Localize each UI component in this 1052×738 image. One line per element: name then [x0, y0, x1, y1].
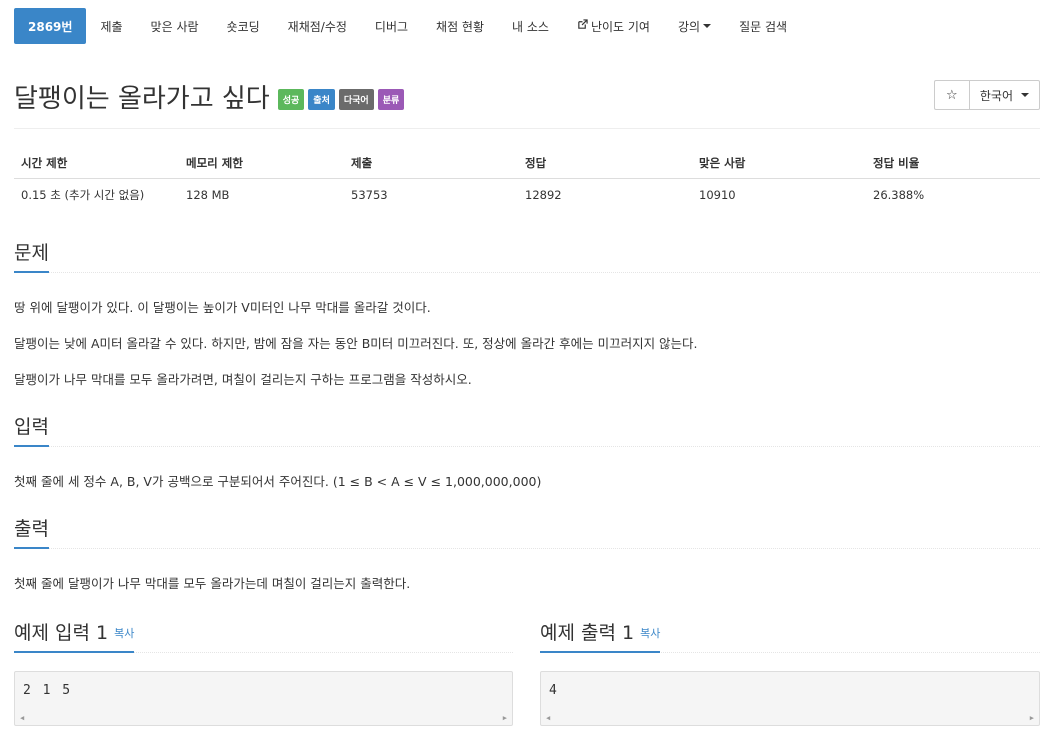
tab-lectures[interactable]: 강의: [664, 8, 725, 44]
problem-title: 달팽이는 올라가고 싶다: [14, 84, 270, 114]
title-tools: ☆ 한국어: [933, 80, 1040, 110]
header-submissions: 제출: [344, 148, 518, 179]
section-heading: 예제 출력 1 복사: [540, 618, 1040, 653]
horizontal-scrollbar[interactable]: ◀ ▶: [16, 712, 511, 724]
table-header-row: 시간 제한 메모리 제한 제출 정답 맞은 사람 정답 비율: [14, 148, 1040, 179]
output-description: 첫째 줄에 달팽이가 나무 막대를 모두 올라가는데 며칠이 걸리는지 출력한다…: [14, 576, 411, 591]
language-dropdown[interactable]: 한국어: [968, 80, 1040, 110]
value-accepted-users: 10910: [699, 188, 736, 202]
copy-sample-output-link[interactable]: 복사: [640, 627, 660, 640]
tab-label: 제출: [100, 19, 123, 34]
value-accuracy: 26.388%: [873, 188, 925, 202]
problem-info-table: 시간 제한 메모리 제한 제출 정답 맞은 사람 정답 비율 0.15 초 (추…: [14, 148, 1040, 211]
value-time-limit: 0.15 초 (추가 시간 없음): [21, 188, 145, 202]
language-label: 한국어: [979, 88, 1013, 103]
header-memory-limit: 메모리 제한: [179, 148, 344, 179]
sample-output-content: 4: [549, 683, 559, 698]
section-output: 출력: [14, 514, 1040, 549]
tab-label: 강의: [677, 19, 701, 34]
sample-input-box: 2 1 5 ◀ ▶: [14, 671, 513, 726]
badge-source[interactable]: 출처: [308, 89, 335, 110]
caret-down-icon: [1021, 93, 1029, 97]
tab-label: 맞은 사람: [150, 19, 199, 34]
header-accuracy: 정답 비율: [866, 148, 1040, 179]
value-correct: 12892: [525, 188, 562, 202]
header-accepted-users: 맞은 사람: [692, 148, 866, 179]
sample-output-box: 4 ◀ ▶: [540, 671, 1040, 726]
scroll-left-icon[interactable]: ◀: [546, 714, 550, 722]
star-favorite-button[interactable]: ☆: [933, 80, 969, 110]
tab-label: 2869번: [28, 19, 73, 34]
section-sample-output: 예제 출력 1 복사: [540, 618, 1040, 653]
section-heading: 문제: [14, 238, 1040, 273]
tab-my-source[interactable]: 내 소스: [498, 8, 563, 44]
input-description: 첫째 줄에 세 정수 A, B, V가 공백으로 구분되어서 주어진다. (1 …: [14, 474, 542, 489]
description-paragraph: 달팽이가 나무 막대를 모두 올라가려면, 며칠이 걸리는지 구하는 프로그램을…: [14, 372, 472, 387]
tab-label: 질문 검색: [739, 19, 788, 34]
badge-multilingual[interactable]: 다국어: [338, 89, 374, 110]
tab-submit[interactable]: 제출: [86, 8, 136, 44]
section-heading-label: 입력: [14, 412, 49, 447]
scroll-right-icon[interactable]: ▶: [503, 714, 507, 722]
sample-output-heading: 예제 출력 1: [540, 622, 635, 644]
header-correct: 정답: [518, 148, 692, 179]
description-paragraph: 달팽이는 낮에 A미터 올라갈 수 있다. 하지만, 밤에 잠을 자는 동안 B…: [14, 336, 698, 351]
tab-short-coding[interactable]: 숏코딩: [213, 8, 274, 44]
problem-badges: 성공 출처 다국어 분류: [277, 89, 405, 110]
horizontal-scrollbar[interactable]: ◀ ▶: [542, 712, 1038, 724]
copy-sample-input-link[interactable]: 복사: [114, 627, 134, 640]
tab-label: 재채점/수정: [287, 19, 347, 34]
section-heading: 입력: [14, 412, 1040, 447]
badge-success[interactable]: 성공: [277, 89, 305, 110]
section-heading: 출력: [14, 514, 1040, 549]
table-row: 0.15 초 (추가 시간 없음) 128 MB 53753 12892 109…: [14, 179, 1040, 212]
section-heading-label: 예제 출력 1 복사: [540, 618, 661, 653]
scroll-right-icon[interactable]: ▶: [1030, 714, 1034, 722]
tab-problem-number[interactable]: 2869번: [14, 8, 87, 44]
badge-category[interactable]: 분류: [377, 89, 405, 110]
sample-input-content: 2 1 5: [23, 683, 73, 698]
tab-rejudge[interactable]: 재채점/수정: [274, 8, 361, 44]
section-heading-label: 문제: [14, 238, 49, 273]
tab-difficulty-contribution[interactable]: 난이도 기여: [563, 8, 664, 44]
problem-title-row: 달팽이는 올라가고 싶다 성공 출처 다국어 분류: [14, 78, 405, 115]
tab-question-search[interactable]: 질문 검색: [725, 8, 801, 44]
tab-status[interactable]: 채점 현황: [422, 8, 498, 44]
header-time-limit: 시간 제한: [14, 148, 179, 179]
tab-label: 채점 현황: [436, 19, 485, 34]
tab-label: 디버그: [374, 19, 409, 34]
section-input: 입력: [14, 412, 1040, 447]
star-icon: ☆: [946, 87, 958, 103]
tab-label: 난이도 기여: [590, 19, 650, 34]
description-paragraph: 땅 위에 달팽이가 있다. 이 달팽이는 높이가 V미터인 나무 막대를 올라갈…: [14, 300, 431, 315]
value-submissions: 53753: [351, 188, 388, 202]
tab-label: 내 소스: [512, 19, 549, 34]
tab-accepted-users[interactable]: 맞은 사람: [137, 8, 213, 44]
section-sample-input: 예제 입력 1 복사: [14, 618, 513, 653]
caret-down-icon: [703, 24, 712, 28]
tab-label: 숏코딩: [226, 19, 260, 34]
external-link-icon: [577, 19, 588, 33]
section-description: 문제: [14, 238, 1040, 273]
problem-nav-tabs: 2869번 제출 맞은 사람 숏코딩 재채점/수정 디버그 채점 현황 내 소스…: [14, 8, 801, 44]
section-heading-label: 출력: [14, 514, 49, 549]
sample-input-heading: 예제 입력 1: [14, 622, 109, 644]
tab-debug[interactable]: 디버그: [361, 8, 422, 44]
scroll-left-icon[interactable]: ◀: [20, 714, 24, 722]
value-memory-limit: 128 MB: [186, 188, 230, 202]
section-heading-label: 예제 입력 1 복사: [14, 618, 135, 653]
section-heading: 예제 입력 1 복사: [14, 618, 513, 653]
divider: [14, 128, 1040, 129]
